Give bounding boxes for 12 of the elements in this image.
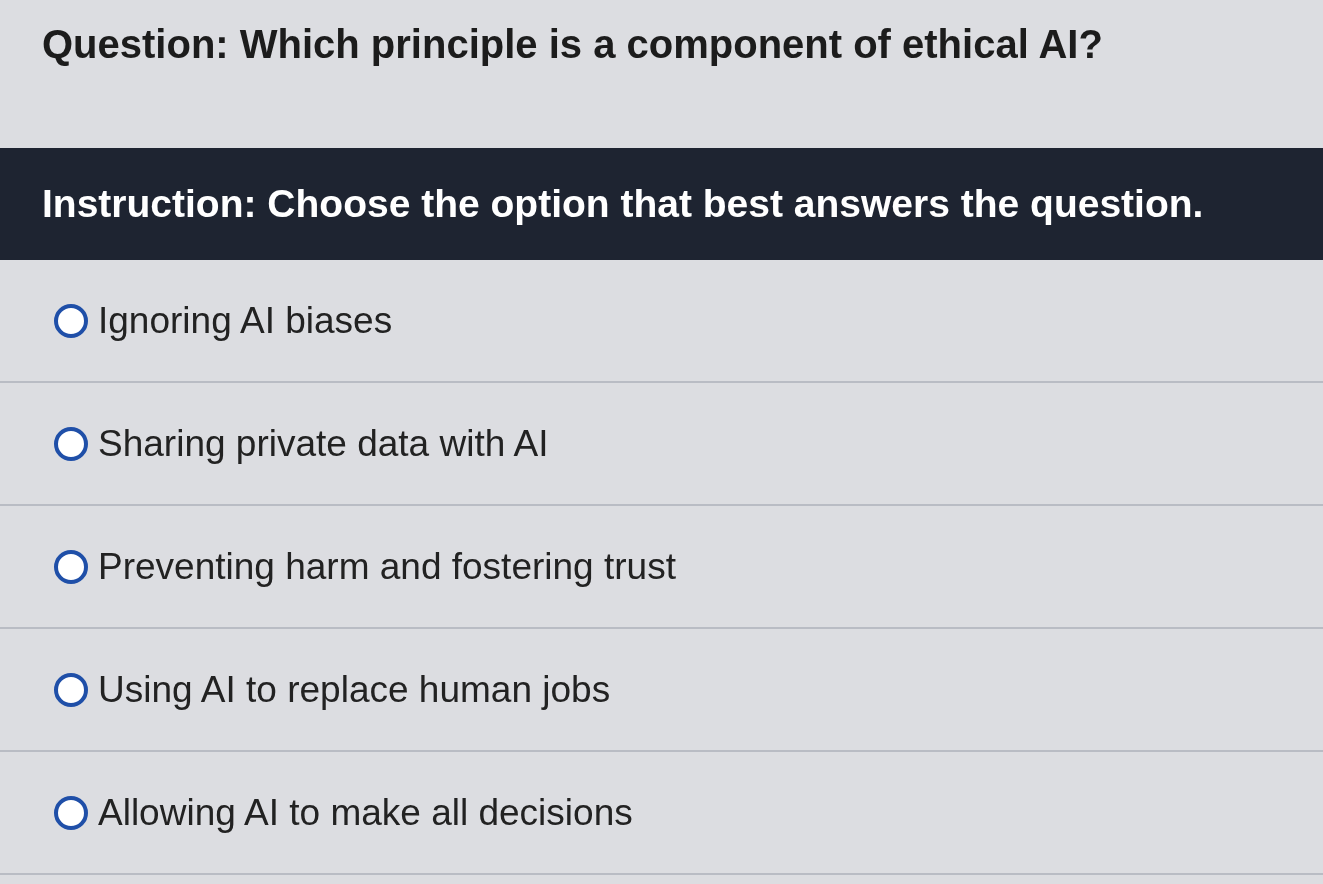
radio-button[interactable] bbox=[54, 426, 88, 461]
answer-option[interactable]: Using AI to replace human jobs bbox=[54, 661, 611, 718]
radio-button[interactable] bbox=[54, 795, 88, 830]
answer-option[interactable]: Ignoring AI biases bbox=[54, 292, 393, 349]
answer-option[interactable]: Allowing AI to make all decisions bbox=[54, 784, 633, 841]
question-text: Question: Which principle is a component of ethical AI? bbox=[42, 21, 1104, 68]
answer-option[interactable]: Sharing private data with AI bbox=[54, 415, 549, 472]
radio-button[interactable] bbox=[54, 303, 88, 338]
instruction-text: Instruction: Choose the option that best answers the question. bbox=[42, 180, 1204, 227]
radio-button[interactable] bbox=[54, 672, 88, 707]
radio-button[interactable] bbox=[54, 549, 88, 584]
answer-option[interactable]: Preventing harm and fostering trust bbox=[54, 538, 676, 595]
